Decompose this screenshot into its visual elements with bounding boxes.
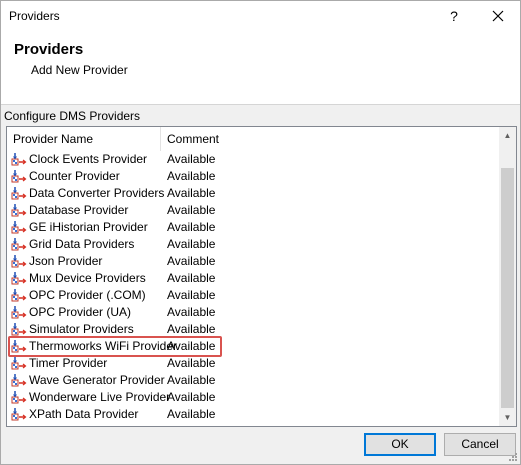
provider-plugin-icon <box>11 152 27 167</box>
scroll-thumb[interactable] <box>501 168 514 408</box>
list-item[interactable]: Grid Data Providers Available <box>7 236 501 253</box>
providers-list[interactable]: Provider Name Comment Clock Events Provi… <box>6 126 517 427</box>
list-item[interactable]: Counter Provider Available <box>7 168 501 185</box>
scroll-up-arrow-icon[interactable]: ▲ <box>499 127 516 144</box>
close-icon <box>492 10 504 22</box>
provider-plugin-icon <box>11 356 27 371</box>
provider-comment: Available <box>167 356 216 370</box>
provider-plugin-icon <box>11 220 27 235</box>
list-item[interactable]: GE iHistorian Provider Available <box>7 219 501 236</box>
provider-name: Grid Data Providers <box>29 237 135 251</box>
provider-name: Database Provider <box>29 203 129 217</box>
provider-comment: Available <box>167 288 216 302</box>
list-item[interactable]: Json Provider Available <box>7 253 501 270</box>
provider-plugin-icon <box>11 254 27 269</box>
provider-comment: Available <box>167 203 216 217</box>
provider-name: OPC Provider (UA) <box>29 305 132 319</box>
provider-plugin-icon <box>11 339 27 354</box>
provider-name: Thermoworks WiFi Provider <box>29 339 178 353</box>
provider-comment: Available <box>167 339 216 353</box>
provider-comment: Available <box>167 390 216 404</box>
provider-plugin-icon <box>11 322 27 337</box>
window-title: Providers <box>9 9 60 23</box>
close-button[interactable] <box>485 4 511 28</box>
provider-comment: Available <box>167 305 216 319</box>
provider-plugin-icon <box>11 373 27 388</box>
provider-comment: Available <box>167 220 216 234</box>
list-item[interactable]: Clock Events Provider Available <box>7 151 501 168</box>
page-title: Providers <box>14 41 84 58</box>
list-item[interactable]: Timer Provider Available <box>7 355 501 372</box>
provider-name: Mux Device Providers <box>29 271 146 285</box>
provider-plugin-icon <box>11 186 27 201</box>
scroll-down-arrow-icon[interactable]: ▼ <box>499 409 516 426</box>
provider-plugin-icon <box>11 169 27 184</box>
ok-button[interactable]: OK <box>364 433 436 456</box>
provider-plugin-icon <box>11 390 27 405</box>
help-button[interactable]: ? <box>441 4 467 28</box>
page-subtitle: Add New Provider <box>31 63 128 77</box>
provider-comment: Available <box>167 271 216 285</box>
provider-comment: Available <box>167 169 216 183</box>
provider-plugin-icon <box>11 237 27 252</box>
provider-comment: Available <box>167 237 216 251</box>
list-item[interactable]: Mux Device Providers Available <box>7 270 501 287</box>
provider-name: Json Provider <box>29 254 103 268</box>
provider-plugin-icon <box>11 407 27 422</box>
provider-name: Wonderware Live Provider <box>29 390 171 404</box>
provider-name: Wave Generator Provider <box>29 373 165 387</box>
providers-dialog: Providers ? Providers Add New Provider C… <box>0 0 521 465</box>
provider-name: OPC Provider (.COM) <box>29 288 146 302</box>
list-item[interactable]: Database Provider Available <box>7 202 501 219</box>
section-label: Configure DMS Providers <box>4 109 141 123</box>
provider-name: XPath Data Provider <box>29 407 139 421</box>
provider-name: GE iHistorian Provider <box>29 220 148 234</box>
provider-comment: Available <box>167 186 216 200</box>
list-item[interactable]: Thermoworks WiFi Provider Available <box>7 336 501 357</box>
provider-name: Clock Events Provider <box>29 152 148 166</box>
title-bar: Providers ? <box>1 1 520 32</box>
provider-comment: Available <box>167 373 216 387</box>
vertical-scrollbar[interactable]: ▲ ▼ <box>499 127 516 426</box>
provider-plugin-icon <box>11 288 27 303</box>
provider-plugin-icon <box>11 271 27 286</box>
resize-grip-icon[interactable] <box>508 452 518 462</box>
list-item[interactable]: Wave Generator Provider Available <box>7 372 501 389</box>
provider-comment: Available <box>167 254 216 268</box>
cancel-button[interactable]: Cancel <box>444 433 516 456</box>
list-item[interactable]: OPC Provider (UA) Available <box>7 304 501 321</box>
list-item[interactable]: XPath Data Provider Available <box>7 406 501 423</box>
provider-name: Counter Provider <box>29 169 120 183</box>
provider-comment: Available <box>167 407 216 421</box>
list-item[interactable]: Wonderware Live Provider Available <box>7 389 501 406</box>
provider-comment: Available <box>167 152 216 166</box>
provider-name: Timer Provider <box>29 356 108 370</box>
provider-plugin-icon <box>11 203 27 218</box>
list-item[interactable]: OPC Provider (.COM) Available <box>7 287 501 304</box>
list-rows: Clock Events Provider Available Counter Pr… <box>7 151 501 423</box>
list-item[interactable]: Data Converter Providers Available <box>7 185 501 202</box>
column-header-comment[interactable]: Comment <box>161 127 501 151</box>
column-header-provider-name[interactable]: Provider Name <box>7 127 161 151</box>
provider-name: Data Converter Providers <box>29 186 165 200</box>
dialog-header: Providers Add New Provider <box>1 32 520 105</box>
provider-plugin-icon <box>11 305 27 320</box>
